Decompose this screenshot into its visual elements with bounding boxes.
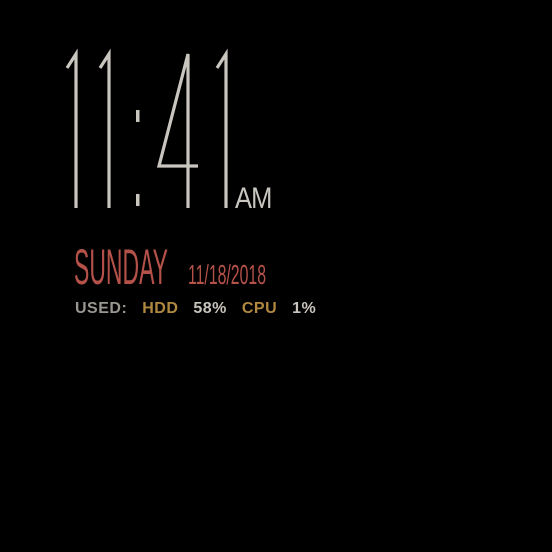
digit-4 xyxy=(156,53,198,208)
hdd-value: 58% xyxy=(193,300,227,317)
digit-1b xyxy=(98,48,111,208)
weekday: SUNDAY xyxy=(74,239,168,290)
usage-stats: USED: HDD 58% CPU 1% xyxy=(75,300,326,318)
clock-digits: AM xyxy=(65,48,272,214)
clock: 11:41 AM xyxy=(62,48,272,214)
cpu-label: CPU xyxy=(241,300,278,317)
cpu-value: 1% xyxy=(292,300,317,317)
meridiem: AM xyxy=(235,181,272,214)
used-label: USED: xyxy=(75,300,128,317)
date-row: SUNDAY 11/18/2018 xyxy=(74,239,266,290)
digit-1a xyxy=(65,48,78,208)
digit-1c xyxy=(215,48,228,208)
desktop-widget: 11:41 AM SUNDAY 11/18/20 xyxy=(0,0,552,552)
date: 11/18/2018 xyxy=(188,259,266,290)
colon xyxy=(136,110,140,206)
hdd-label: HDD xyxy=(142,300,179,317)
